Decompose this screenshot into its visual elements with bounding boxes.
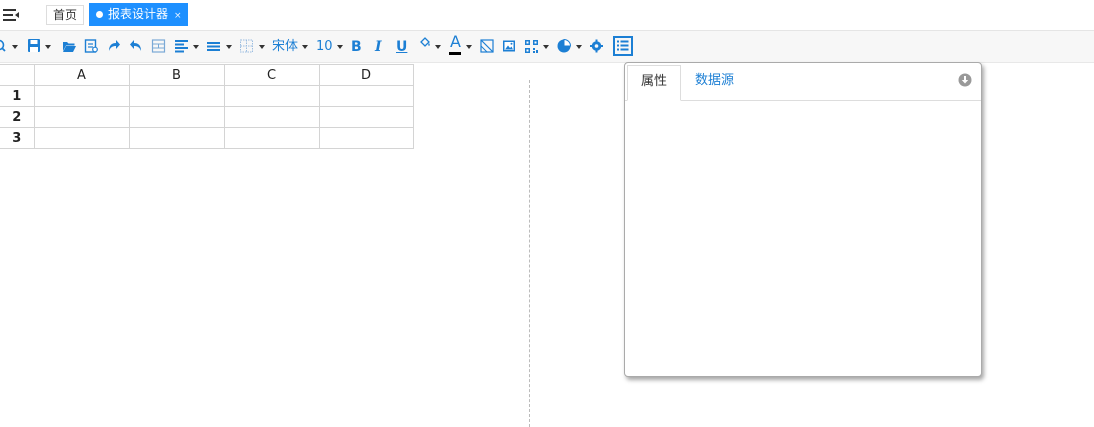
redo-icon[interactable] <box>107 38 121 56</box>
font-size-caret-icon[interactable] <box>337 45 343 49</box>
cell-a2[interactable] <box>33 106 130 128</box>
spreadsheet-grid: A B C D 1 2 3 <box>0 64 414 149</box>
collapse-panel-icon[interactable] <box>958 73 972 87</box>
save-icon[interactable] <box>27 38 41 56</box>
bold-button[interactable]: B <box>351 39 362 55</box>
open-folder-icon[interactable] <box>62 38 77 56</box>
column-header-row: A B C D <box>0 64 414 86</box>
qrcode-caret-icon[interactable] <box>543 45 549 49</box>
column-header-b[interactable]: B <box>128 64 225 86</box>
panel-splitter[interactable] <box>529 80 530 427</box>
cell-b3[interactable] <box>128 127 225 149</box>
column-header-c[interactable]: C <box>223 64 320 86</box>
search-dropdown-caret-icon[interactable] <box>12 45 18 49</box>
border-icon[interactable] <box>239 38 254 56</box>
list-icon[interactable] <box>613 36 633 56</box>
column-header-a[interactable]: A <box>33 64 130 86</box>
border-dropdown-caret-icon[interactable] <box>259 45 265 49</box>
cell-d2[interactable] <box>318 106 414 128</box>
fill-color-caret-icon[interactable] <box>435 45 441 49</box>
fill-color-icon[interactable] <box>418 36 432 54</box>
active-dot-icon <box>96 11 103 18</box>
save-dropdown-caret-icon[interactable] <box>45 45 51 49</box>
row-header-1[interactable]: 1 <box>0 85 35 107</box>
search-icon[interactable] <box>0 38 6 56</box>
slash-cell-icon[interactable] <box>480 38 494 56</box>
font-color-caret-icon[interactable] <box>466 45 472 49</box>
tab-report-designer[interactable]: 报表设计器 × <box>89 3 188 26</box>
font-color-button[interactable]: A <box>450 34 461 50</box>
menu-toggle-icon[interactable] <box>3 9 19 21</box>
font-color-swatch <box>449 52 461 55</box>
property-panel: 属性 数据源 <box>624 62 982 377</box>
column-header-d[interactable]: D <box>318 64 414 86</box>
align-icon[interactable] <box>174 38 189 56</box>
underline-button[interactable]: U <box>396 39 407 55</box>
table-row: 3 <box>0 127 414 149</box>
font-family-caret-icon[interactable] <box>302 45 308 49</box>
cell-d3[interactable] <box>318 127 414 149</box>
cell-b1[interactable] <box>128 85 225 107</box>
line-dropdown-caret-icon[interactable] <box>226 45 232 49</box>
tab-properties[interactable]: 属性 <box>627 65 681 101</box>
cell-a3[interactable] <box>33 127 130 149</box>
line-icon[interactable] <box>206 38 221 56</box>
preview-icon[interactable] <box>84 38 98 56</box>
cell-a1[interactable] <box>33 85 130 107</box>
font-family-select[interactable]: 宋体 <box>272 39 298 55</box>
tab-report-designer-label: 报表设计器 <box>108 7 169 21</box>
cell-d1[interactable] <box>318 85 414 107</box>
toolbar: 宋体 10 B I U A <box>0 30 1094 63</box>
grid-corner[interactable] <box>0 64 35 86</box>
chart-caret-icon[interactable] <box>576 45 582 49</box>
panel-tabs: 属性 数据源 <box>625 63 981 101</box>
top-tab-bar: 首页 报表设计器 × <box>0 0 1094 30</box>
font-size-select[interactable]: 10 <box>316 39 333 55</box>
row-header-2[interactable]: 2 <box>0 106 35 128</box>
cell-c3[interactable] <box>223 127 320 149</box>
settings-icon[interactable] <box>589 38 604 56</box>
qrcode-icon[interactable] <box>524 38 539 56</box>
chart-icon[interactable] <box>556 38 572 56</box>
table-row: 2 <box>0 106 414 128</box>
italic-button[interactable]: I <box>375 39 382 55</box>
align-dropdown-caret-icon[interactable] <box>193 45 199 49</box>
cell-b2[interactable] <box>128 106 225 128</box>
cell-c2[interactable] <box>223 106 320 128</box>
tab-datasource[interactable]: 数据源 <box>695 65 734 101</box>
cell-c1[interactable] <box>223 85 320 107</box>
tab-home[interactable]: 首页 <box>46 5 84 25</box>
close-tab-icon[interactable]: × <box>174 11 182 21</box>
merge-cells-icon[interactable] <box>151 38 166 56</box>
table-row: 1 <box>0 85 414 107</box>
image-icon[interactable] <box>502 38 516 56</box>
undo-icon[interactable] <box>129 38 143 56</box>
row-header-3[interactable]: 3 <box>0 127 35 149</box>
